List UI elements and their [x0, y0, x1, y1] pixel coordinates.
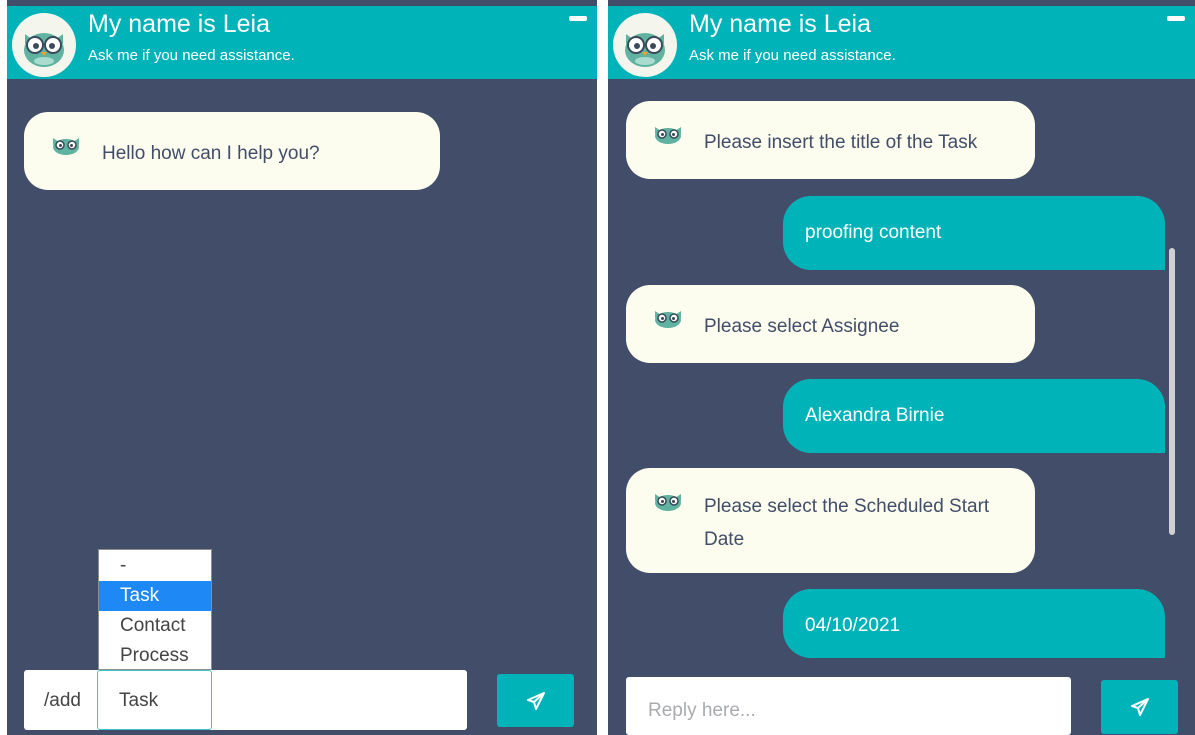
dropdown-option-selected[interactable]: Task	[99, 581, 211, 611]
owl-icon	[655, 311, 681, 328]
send-icon	[526, 691, 545, 710]
chat-window-right: My name is Leia Ask me if you need assis…	[608, 0, 1195, 735]
dropdown-option[interactable]: -	[99, 551, 211, 581]
message-text: Please insert the title of the Task	[704, 132, 978, 153]
user-message: Alexandra Birnie	[783, 379, 1165, 453]
owl-avatar-icon	[12, 13, 76, 77]
command-dropdown[interactable]: - Task Contact Process	[98, 549, 212, 670]
message-text: proofing content	[805, 222, 942, 243]
command-select[interactable]: Task	[97, 670, 212, 730]
command-prefix: /add	[44, 690, 81, 711]
owl-icon	[53, 138, 79, 155]
dropdown-option[interactable]: Process	[99, 641, 211, 671]
message-text: Hello how can I help you?	[102, 143, 320, 164]
bot-message: Please select the Scheduled Start Date	[626, 468, 1035, 573]
user-message: proofing content	[783, 196, 1165, 270]
user-message: 04/10/2021	[783, 589, 1165, 658]
send-button[interactable]	[1101, 680, 1178, 734]
message-input[interactable]: /add Task	[24, 670, 467, 730]
chat-header: My name is Leia Ask me if you need assis…	[608, 6, 1195, 79]
message-text: Alexandra Birnie	[805, 405, 945, 426]
bot-message: Hello how can I help you?	[24, 112, 440, 190]
command-select-value: Task	[119, 690, 159, 711]
send-icon	[1130, 698, 1149, 716]
message-text: 04/10/2021	[805, 615, 901, 636]
reply-input[interactable]: Reply here...	[626, 677, 1071, 735]
send-button[interactable]	[497, 674, 574, 727]
header-subtitle: Ask me if you need assistance.	[88, 47, 295, 64]
owl-avatar-icon	[613, 13, 677, 77]
minimize-icon[interactable]	[1167, 16, 1185, 21]
message-text: Please select Assignee	[704, 316, 900, 337]
dropdown-option[interactable]: Contact	[99, 611, 211, 641]
header-title: My name is Leia	[689, 10, 872, 38]
header-subtitle: Ask me if you need assistance.	[689, 47, 896, 64]
bot-message: Please select Assignee	[626, 285, 1035, 363]
scrollbar[interactable]	[1169, 248, 1175, 535]
owl-icon	[655, 127, 681, 144]
bot-message: Please insert the title of the Task	[626, 101, 1035, 179]
header-title: My name is Leia	[88, 10, 271, 38]
reply-placeholder: Reply here...	[648, 700, 756, 721]
chat-window-left: My name is Leia Ask me if you need assis…	[7, 0, 597, 735]
chat-header: My name is Leia Ask me if you need assis…	[7, 6, 597, 79]
message-text: Please select the Scheduled Start Date	[704, 496, 990, 550]
minimize-icon[interactable]	[569, 16, 587, 21]
owl-icon	[655, 494, 681, 511]
